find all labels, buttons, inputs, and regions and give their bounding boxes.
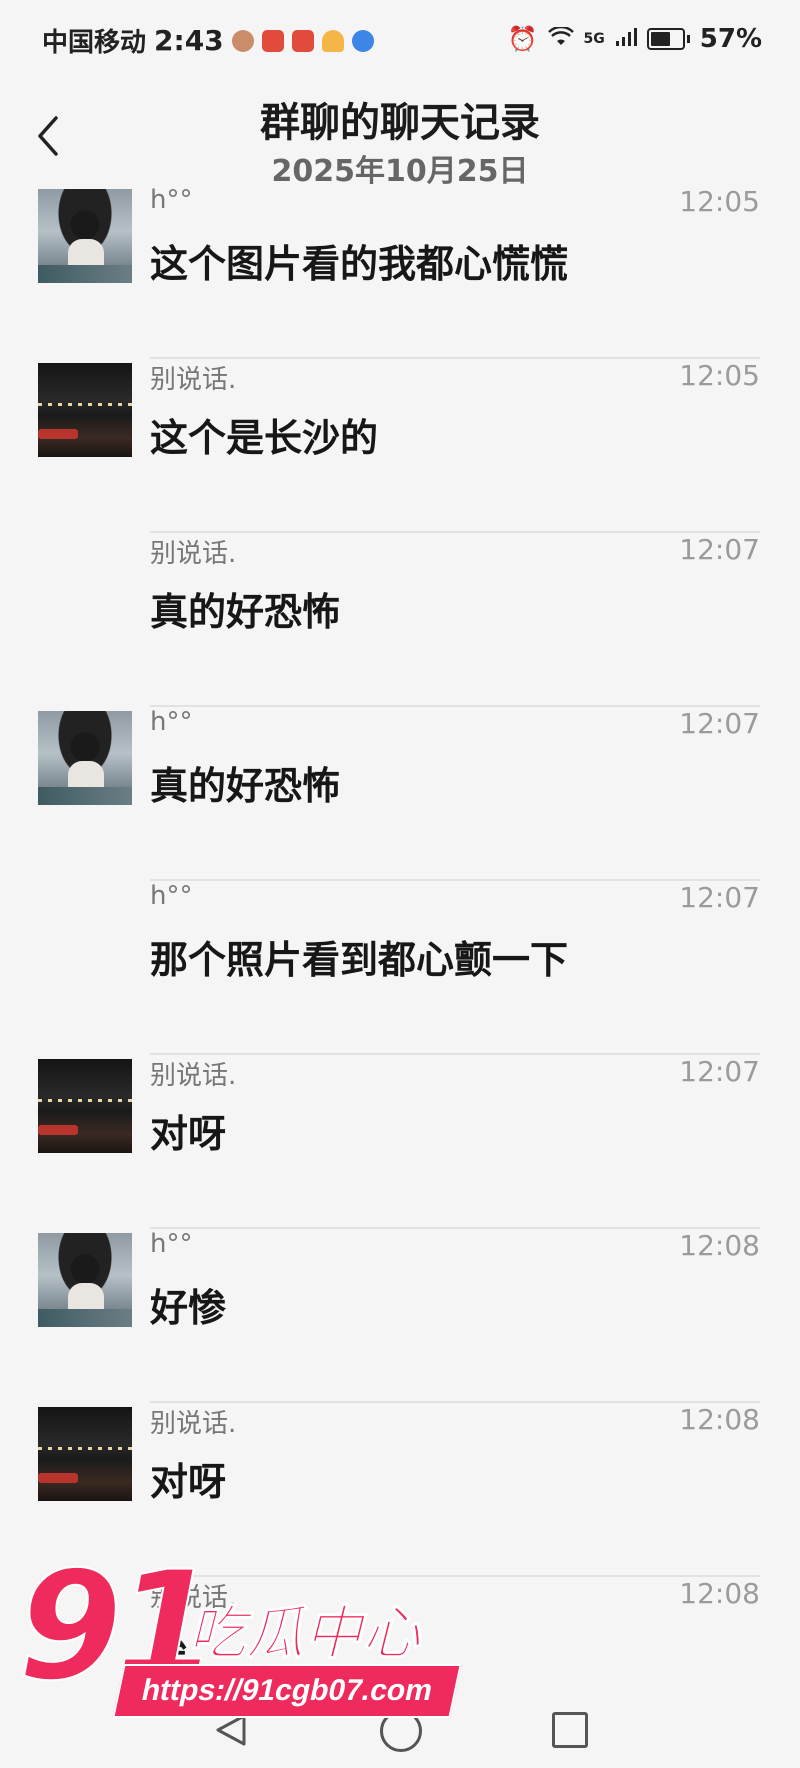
- avatar[interactable]: [38, 1407, 132, 1501]
- status-left: 中国移动 2:43: [42, 22, 374, 59]
- message-item[interactable]: 别说话. 12:07 对呀: [0, 1055, 800, 1229]
- avatar[interactable]: [38, 1059, 132, 1153]
- status-right: ⏰ 5G 57%: [508, 24, 762, 54]
- notification-app-icon: [351, 29, 374, 52]
- notification-app-icon: [231, 29, 254, 52]
- watermark-url: https://91cgb07.com: [112, 1664, 462, 1718]
- message-text: 这个是长沙的: [150, 416, 379, 460]
- message-text: 好惨: [150, 1286, 227, 1330]
- avatar[interactable]: [38, 1233, 132, 1327]
- sender-name: 别说话.: [150, 539, 237, 569]
- wifi-icon: [547, 25, 574, 53]
- avatar[interactable]: [38, 363, 132, 457]
- chat-header: 群聊的聊天记录 2025年10月25日: [0, 80, 800, 190]
- message-time: 12:08: [679, 1403, 760, 1436]
- watermark: 91 吃瓜中心 https://91cgb07.com: [17, 1551, 462, 1722]
- chat-date: 2025年10月25日: [271, 154, 529, 189]
- nav-recents-button[interactable]: [552, 1712, 588, 1748]
- sender-name: h°°: [150, 707, 193, 737]
- battery-percent: 57%: [699, 24, 762, 54]
- message-text: 真的好恐怖: [150, 590, 341, 634]
- sender-name: 别说话.: [150, 365, 237, 395]
- message-item[interactable]: h°° 12:05 这个图片看的我都心慌慌: [0, 185, 800, 359]
- sender-name: 别说话.: [150, 1061, 237, 1091]
- message-text: 那个照片看到都心颤一下: [150, 938, 569, 982]
- message-item[interactable]: 别说话. 12:07 真的好恐怖: [0, 533, 800, 707]
- watermark-brand: 吃瓜中心: [187, 1599, 421, 1668]
- avatar[interactable]: [38, 711, 132, 805]
- message-text: 这个图片看的我都心慌慌: [150, 242, 569, 286]
- alarm-icon: ⏰: [507, 25, 538, 53]
- sender-name: h°°: [150, 1229, 193, 1259]
- message-item[interactable]: h°° 12:08 好惨: [0, 1229, 800, 1403]
- sender-name: 别说话.: [150, 1409, 237, 1439]
- clock: 2:43: [154, 24, 224, 57]
- sender-name: h°°: [150, 185, 193, 215]
- message-item[interactable]: h°° 12:07 那个照片看到都心颤一下: [0, 881, 800, 1055]
- notification-app-icon: [291, 29, 314, 52]
- message-time: 12:08: [679, 1229, 760, 1262]
- message-text: 对呀: [150, 1112, 227, 1156]
- sender-name: h°°: [150, 881, 193, 911]
- message-text: 对呀: [150, 1460, 227, 1504]
- signal-bars-icon: [615, 25, 637, 53]
- message-time: 12:07: [679, 707, 760, 740]
- status-bar: 中国移动 2:43 ⏰ 5G 57%: [0, 0, 800, 80]
- notification-app-icon: [261, 29, 284, 52]
- message-text: 真的好恐怖: [150, 764, 341, 808]
- message-time: 12:05: [679, 359, 760, 392]
- message-list[interactable]: h°° 12:05 这个图片看的我都心慌慌 别说话. 12:05 这个是长沙的 …: [0, 185, 800, 1751]
- carrier-label: 中国移动: [42, 28, 147, 58]
- page-title: 群聊的聊天记录: [260, 100, 540, 146]
- message-item[interactable]: h°° 12:07 真的好恐怖: [0, 707, 800, 881]
- battery-cap: [686, 35, 690, 43]
- avatar[interactable]: [38, 189, 132, 283]
- message-time: 12:07: [679, 533, 760, 566]
- notification-app-icon: [321, 29, 344, 52]
- battery-icon: [646, 28, 685, 50]
- message-item[interactable]: 别说话. 12:05 这个是长沙的: [0, 359, 800, 533]
- signal-label: 5G: [583, 31, 605, 47]
- message-time: 12:07: [679, 1055, 760, 1088]
- message-time: 12:05: [679, 185, 760, 218]
- message-time: 12:07: [679, 881, 760, 914]
- message-time: 12:08: [679, 1577, 760, 1610]
